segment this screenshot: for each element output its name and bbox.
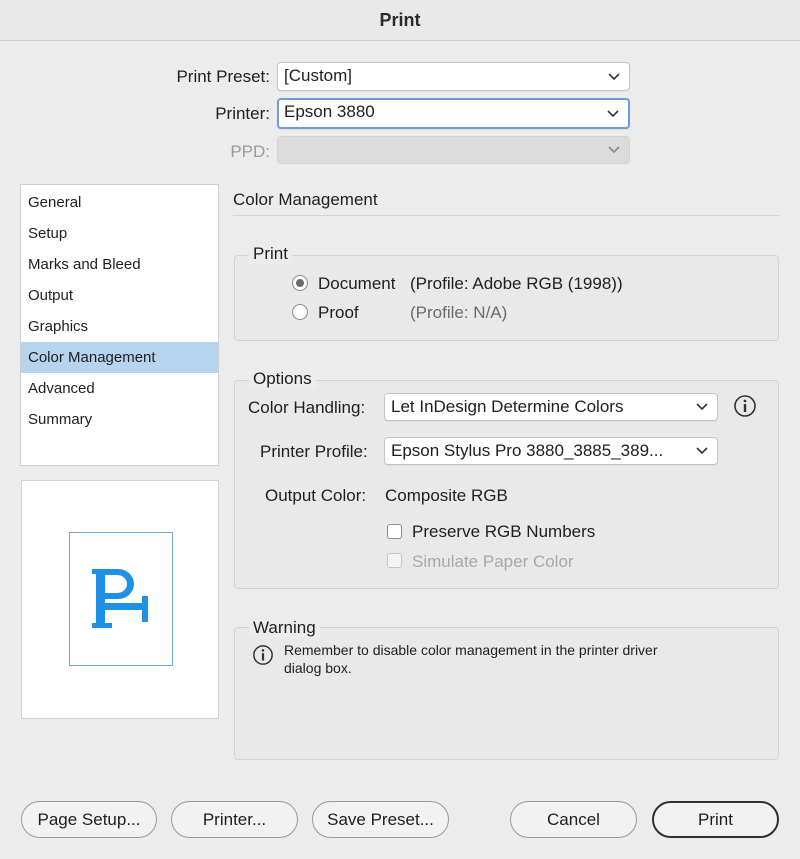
save-preset-button[interactable]: Save Preset... — [312, 801, 449, 838]
printer-select[interactable]: Epson 3880 — [277, 98, 630, 129]
cancel-button[interactable]: Cancel — [510, 801, 637, 838]
chevron-down-icon — [695, 446, 709, 456]
warning-message: Remember to disable color management in … — [284, 641, 754, 677]
printer-profile-label: Printer Profile: — [260, 442, 368, 461]
simulate-paper-label: Simulate Paper Color — [412, 552, 574, 571]
section-divider — [233, 215, 779, 216]
sidebar-item-marks-and-bleed[interactable]: Marks and Bleed — [21, 249, 218, 280]
section-title: Color Management — [233, 190, 378, 209]
info-icon[interactable] — [733, 394, 757, 423]
warning-group-legend: Warning — [249, 618, 320, 638]
category-list[interactable]: General Setup Marks and Bleed Output Gra… — [20, 184, 219, 466]
document-radio[interactable] — [292, 275, 308, 291]
sidebar-item-output[interactable]: Output — [21, 280, 218, 311]
chevron-down-icon — [606, 109, 620, 119]
chevron-down-icon — [695, 402, 709, 412]
print-preset-value: [Custom] — [284, 66, 353, 85]
chevron-down-icon — [607, 145, 621, 155]
preserve-rgb-label: Preserve RGB Numbers — [412, 522, 596, 541]
color-handling-value: Let InDesign Determine Colors — [391, 397, 624, 416]
preserve-rgb-checkbox[interactable] — [387, 524, 402, 539]
proof-radio-label: Proof — [318, 303, 359, 322]
page-preview — [21, 480, 219, 719]
simulate-paper-checkbox — [387, 553, 402, 568]
print-preset-select[interactable]: [Custom] — [277, 62, 630, 91]
print-group-legend: Print — [249, 244, 292, 264]
printer-profile-select[interactable]: Epson Stylus Pro 3880_3885_389... — [384, 437, 718, 465]
warning-info-icon — [252, 644, 274, 671]
printer-value: Epson 3880 — [284, 102, 375, 121]
warning-message-line2: dialog box. — [284, 660, 352, 676]
color-handling-select[interactable]: Let InDesign Determine Colors — [384, 393, 718, 421]
print-preset-label: Print Preset: — [176, 67, 270, 86]
sidebar-item-summary[interactable]: Summary — [21, 404, 218, 435]
ppd-select — [277, 136, 630, 164]
printer-button[interactable]: Printer... — [171, 801, 298, 838]
preview-glyph-icon — [92, 569, 148, 628]
printer-label: Printer: — [215, 104, 270, 123]
output-color-label: Output Color: — [265, 486, 367, 505]
window-title: Print — [0, 0, 800, 41]
ppd-label: PPD: — [230, 142, 270, 161]
document-profile-text: (Profile: Adobe RGB (1998)) — [410, 274, 623, 293]
sidebar-item-color-management[interactable]: Color Management — [21, 342, 218, 373]
sidebar-item-advanced[interactable]: Advanced — [21, 373, 218, 404]
output-color-value: Composite RGB — [385, 486, 508, 505]
proof-radio[interactable] — [292, 304, 308, 320]
document-radio-label: Document — [318, 274, 396, 293]
page-thumbnail — [69, 532, 173, 666]
sidebar-item-setup[interactable]: Setup — [21, 218, 218, 249]
sidebar-item-graphics[interactable]: Graphics — [21, 311, 218, 342]
print-group — [234, 255, 779, 341]
color-handling-label: Color Handling: — [248, 398, 366, 417]
print-button[interactable]: Print — [652, 801, 779, 838]
printer-profile-value: Epson Stylus Pro 3880_3885_389... — [391, 441, 664, 460]
sidebar-item-general[interactable]: General — [21, 187, 218, 218]
chevron-down-icon — [607, 72, 621, 82]
warning-message-line1: Remember to disable color management in … — [284, 642, 658, 658]
proof-profile-text: (Profile: N/A) — [410, 303, 508, 322]
options-group-legend: Options — [249, 369, 316, 389]
page-setup-button[interactable]: Page Setup... — [21, 801, 157, 838]
